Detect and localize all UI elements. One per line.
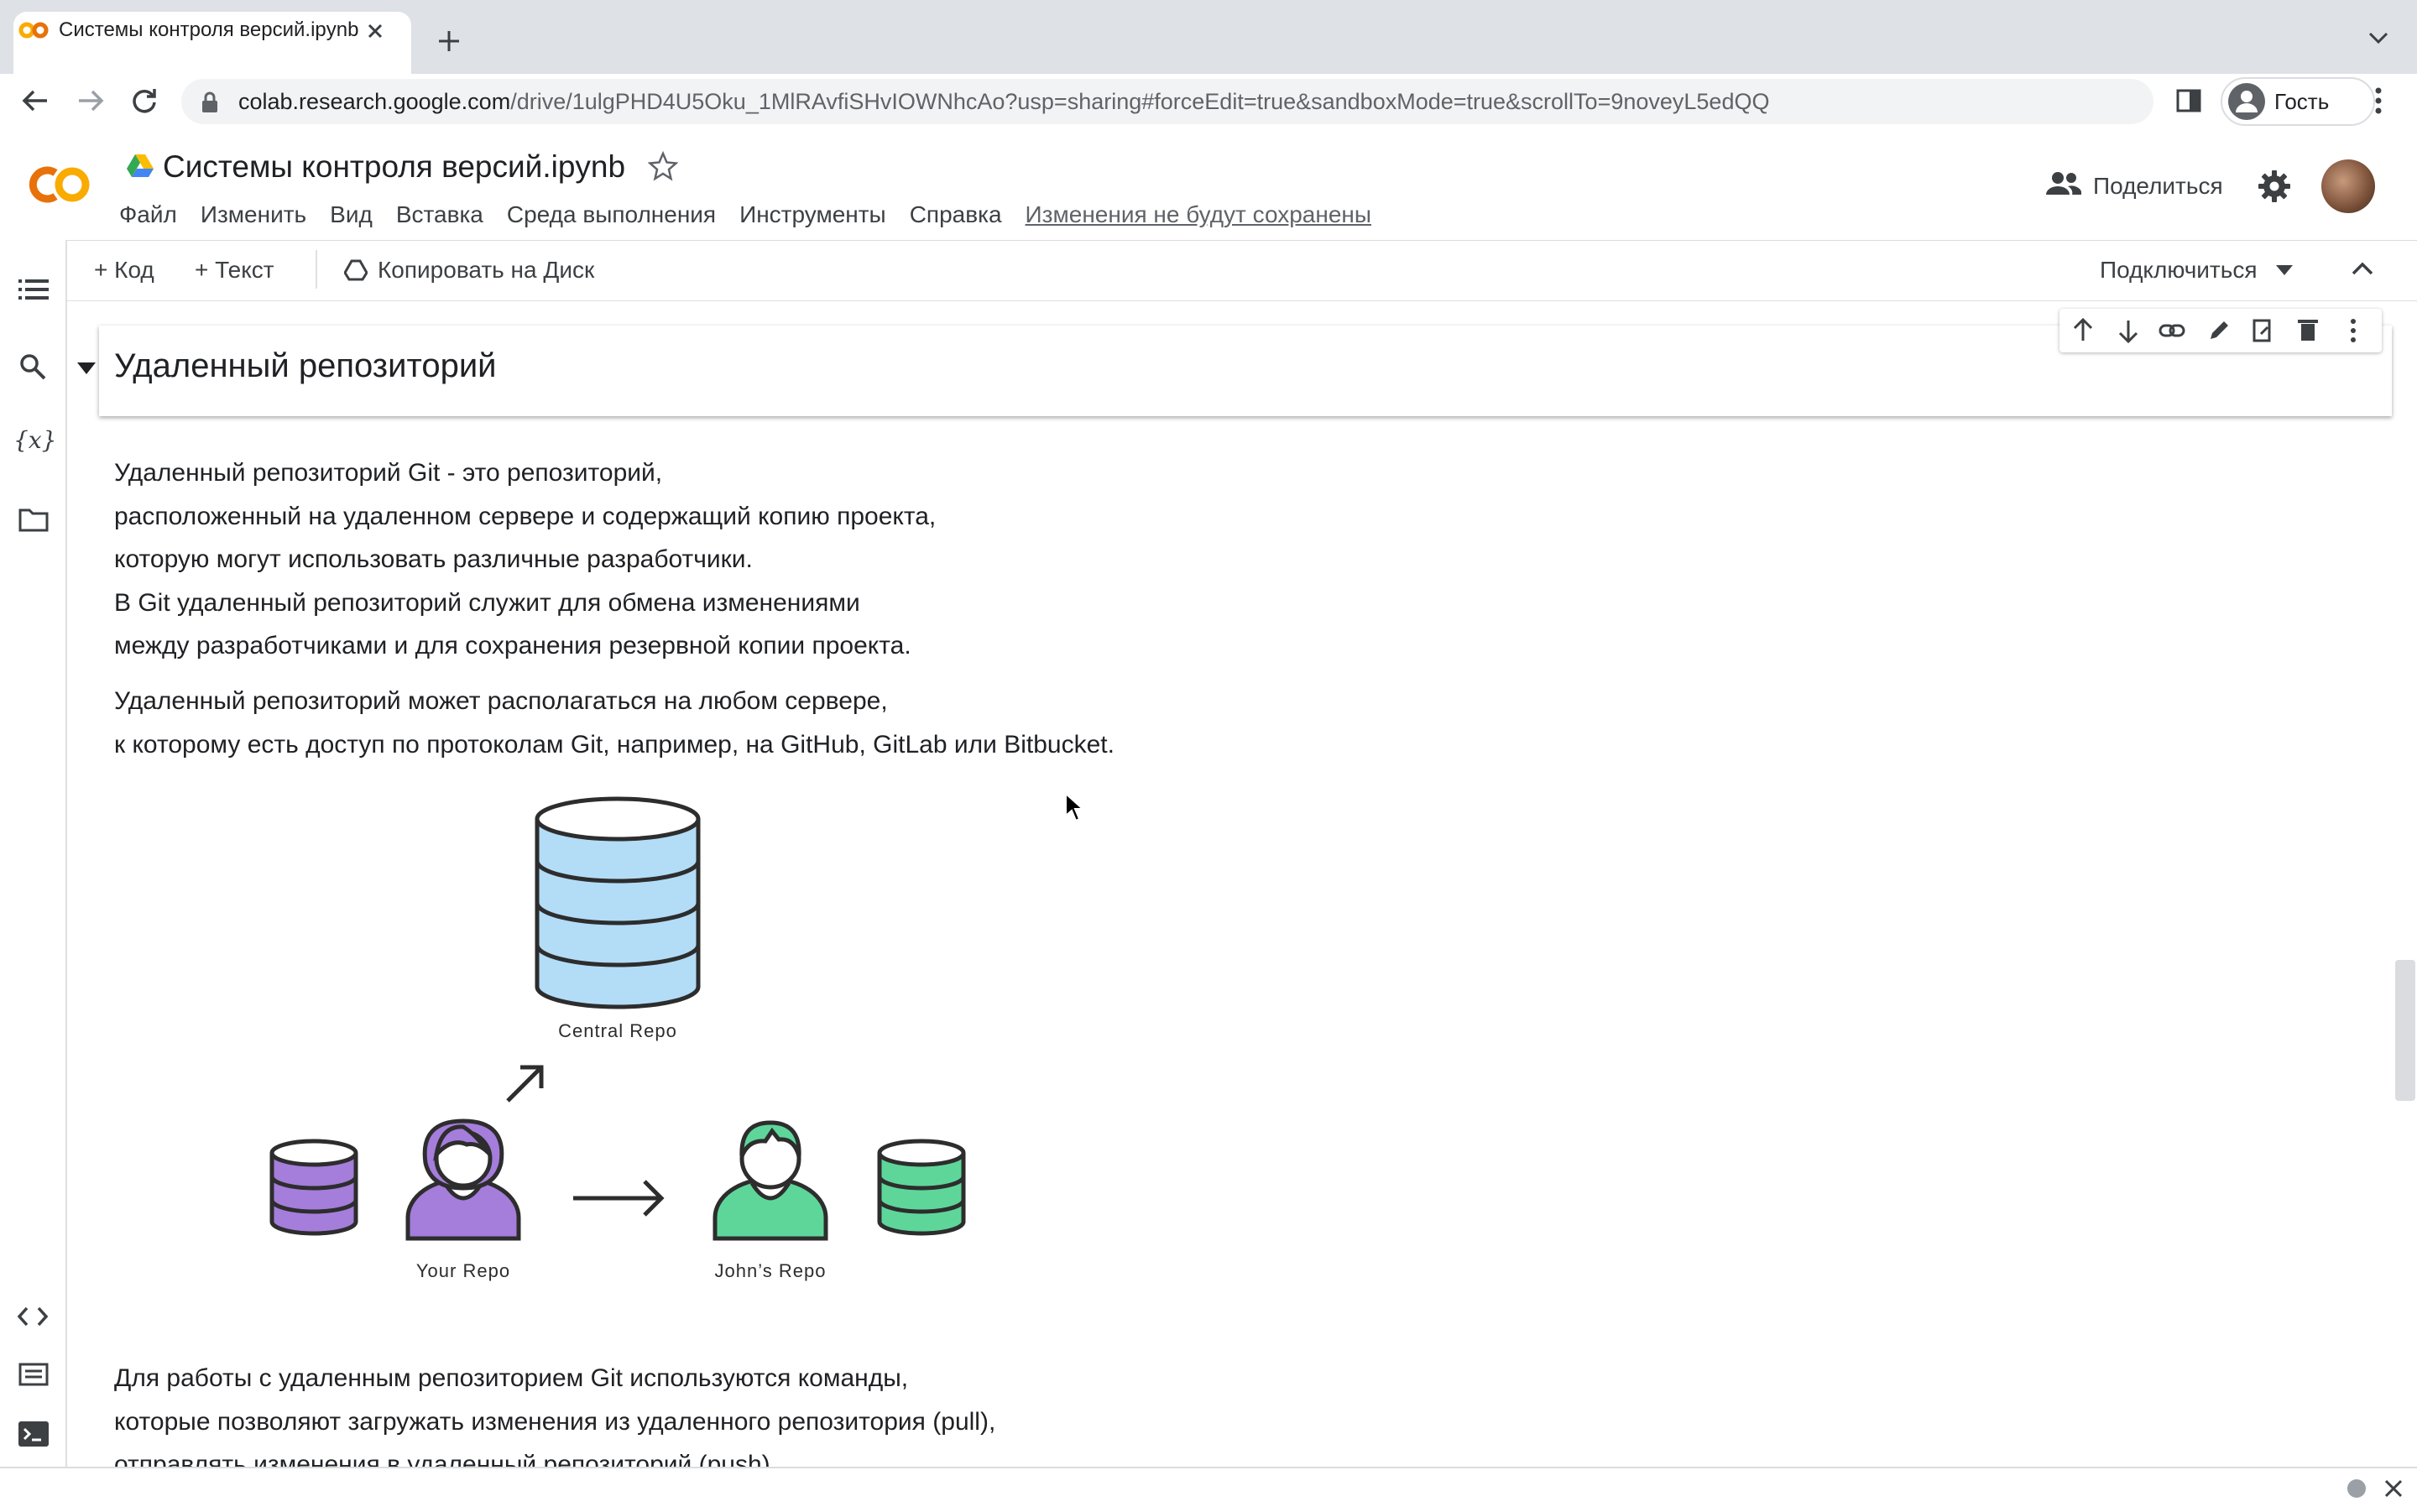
menu-file[interactable]: Файл xyxy=(119,198,189,232)
mirror-cell-icon[interactable] xyxy=(2253,319,2271,342)
left-rail xyxy=(0,240,67,1467)
side-panel-icon[interactable] xyxy=(2175,87,2202,114)
menu-edit[interactable]: Изменить xyxy=(189,198,318,232)
paragraph-2: Удаленный репозиторий может располагатьс… xyxy=(114,680,1115,766)
people-icon[interactable] xyxy=(2046,171,2081,196)
john-repo-label: John’s Repo xyxy=(715,1260,827,1281)
code-snippets-icon[interactable] xyxy=(17,1306,49,1327)
status-dot-icon xyxy=(2347,1478,2367,1499)
text-line: которую могут использовать различные раз… xyxy=(114,545,753,573)
settings-gear-icon[interactable] xyxy=(2258,169,2291,203)
guest-avatar-icon xyxy=(2227,82,2266,121)
tab-search-chevron-icon[interactable] xyxy=(2367,30,2390,47)
plus-icon: + xyxy=(195,257,216,283)
menu-insert[interactable]: Вставка xyxy=(384,198,495,232)
star-icon[interactable] xyxy=(648,151,678,181)
menubar: Файл Изменить Вид Вставка Среда выполнен… xyxy=(119,198,1383,232)
variables-icon[interactable]: {x} xyxy=(13,426,56,454)
text-line: В Git удаленный репозиторий служит для о… xyxy=(114,588,860,617)
folder-icon[interactable] xyxy=(18,507,49,532)
push-arrow-icon xyxy=(506,1065,544,1103)
add-text-label: Текст xyxy=(215,257,274,283)
section-heading: Удаленный репозиторий xyxy=(114,347,497,384)
your-repo-label: Your Repo xyxy=(416,1260,510,1281)
drive-outline-icon xyxy=(344,259,368,281)
john-person-icon xyxy=(713,1120,828,1241)
move-down-icon[interactable] xyxy=(2118,321,2138,344)
menu-runtime[interactable]: Среда выполнения xyxy=(495,198,728,232)
move-up-icon[interactable] xyxy=(2073,317,2093,341)
status-bar xyxy=(0,1467,2417,1512)
text-line: Удаленный репозиторий может располагатьс… xyxy=(114,687,888,715)
toc-icon[interactable] xyxy=(18,277,49,302)
url-host: colab.research.google.com xyxy=(238,89,511,114)
connect-label: Подключиться xyxy=(2100,257,2258,283)
collapse-header-chevron-icon[interactable] xyxy=(2350,260,2375,277)
search-icon[interactable] xyxy=(18,352,47,381)
link-icon[interactable] xyxy=(2159,324,2185,337)
notebook-title[interactable]: Системы контроля версий.ipynb xyxy=(163,148,625,186)
plus-icon: + xyxy=(94,257,115,283)
text-line: к которому есть доступ по протоколам Git… xyxy=(114,730,1115,759)
close-tab-icon[interactable] xyxy=(363,18,388,44)
delete-icon[interactable] xyxy=(2298,320,2318,341)
colab-logo-icon[interactable] xyxy=(23,161,94,208)
remote-repo-diagram: Central Repo Your Repo John’s Repo xyxy=(252,794,1007,1297)
your-database-icon xyxy=(269,1139,358,1236)
command-palette-icon[interactable] xyxy=(18,1363,49,1386)
add-code-cell-button[interactable]: + Код xyxy=(94,255,154,285)
add-code-label: Код xyxy=(114,257,154,283)
reload-icon[interactable] xyxy=(129,86,159,116)
collapse-section-icon[interactable] xyxy=(77,362,96,374)
cell-toolbar xyxy=(2059,309,2382,352)
share-button[interactable]: Поделиться xyxy=(2093,171,2223,201)
menu-view[interactable]: Вид xyxy=(318,198,384,232)
copy-to-drive-label: Копировать на Диск xyxy=(378,257,595,283)
toolbar-divider xyxy=(316,250,317,289)
edit-icon[interactable] xyxy=(2211,321,2228,339)
lock-icon[interactable] xyxy=(200,91,220,114)
menu-tools[interactable]: Инструменты xyxy=(728,198,898,232)
drive-icon xyxy=(126,153,154,178)
more-icon[interactable] xyxy=(2351,319,2356,342)
forward-icon[interactable] xyxy=(76,87,106,114)
text-line: Для работы с удаленным репозиторием Git … xyxy=(114,1364,909,1392)
your-person-icon xyxy=(405,1118,521,1241)
copy-to-drive-button[interactable]: Копировать на Диск xyxy=(344,255,594,285)
back-icon[interactable] xyxy=(20,87,50,114)
user-avatar[interactable] xyxy=(2321,159,2375,213)
browser-menu-icon[interactable] xyxy=(2372,86,2385,116)
text-line: между разработчиками и для сохранения ре… xyxy=(114,632,911,660)
text-line: которые позволяют загружать изменения из… xyxy=(114,1407,996,1436)
terminal-icon[interactable] xyxy=(18,1421,49,1447)
menu-help[interactable]: Справка xyxy=(898,198,1014,232)
url-path: /drive/1ulgPHD4U5Oku_1MlRAvfiSHvIOWNhcAo… xyxy=(510,89,1770,114)
central-repo-database-icon xyxy=(535,796,701,1009)
add-text-cell-button[interactable]: + Текст xyxy=(195,255,274,285)
unsaved-changes-link[interactable]: Изменения не будут сохранены xyxy=(1014,198,1383,232)
john-database-icon xyxy=(877,1139,966,1236)
url-text[interactable]: colab.research.google.com/drive/1ulgPHD4… xyxy=(238,87,1769,116)
paragraph-1: Удаленный репозиторий Git - это репозито… xyxy=(114,451,936,668)
central-repo-label: Central Repo xyxy=(558,1020,677,1041)
profile-label: Гость xyxy=(2274,89,2330,114)
colab-favicon-icon xyxy=(18,18,49,42)
connect-button[interactable]: Подключиться xyxy=(2100,255,2293,285)
tab-title: Системы контроля версий.ipynb xyxy=(59,18,359,41)
text-line: Удаленный репозиторий Git - это репозито… xyxy=(114,459,663,487)
dropdown-arrow-icon xyxy=(2275,265,2293,275)
vertical-scrollbar[interactable] xyxy=(2395,960,2415,1101)
text-line: расположенный на удаленном сервере и сод… xyxy=(114,502,937,530)
close-icon[interactable] xyxy=(2383,1478,2404,1499)
new-tab-icon[interactable] xyxy=(436,29,462,54)
paragraph-3: Для работы с удаленным репозиторием Git … xyxy=(114,1357,995,1474)
share-arrow-icon xyxy=(573,1180,665,1217)
mouse-cursor-icon xyxy=(1064,792,1084,822)
